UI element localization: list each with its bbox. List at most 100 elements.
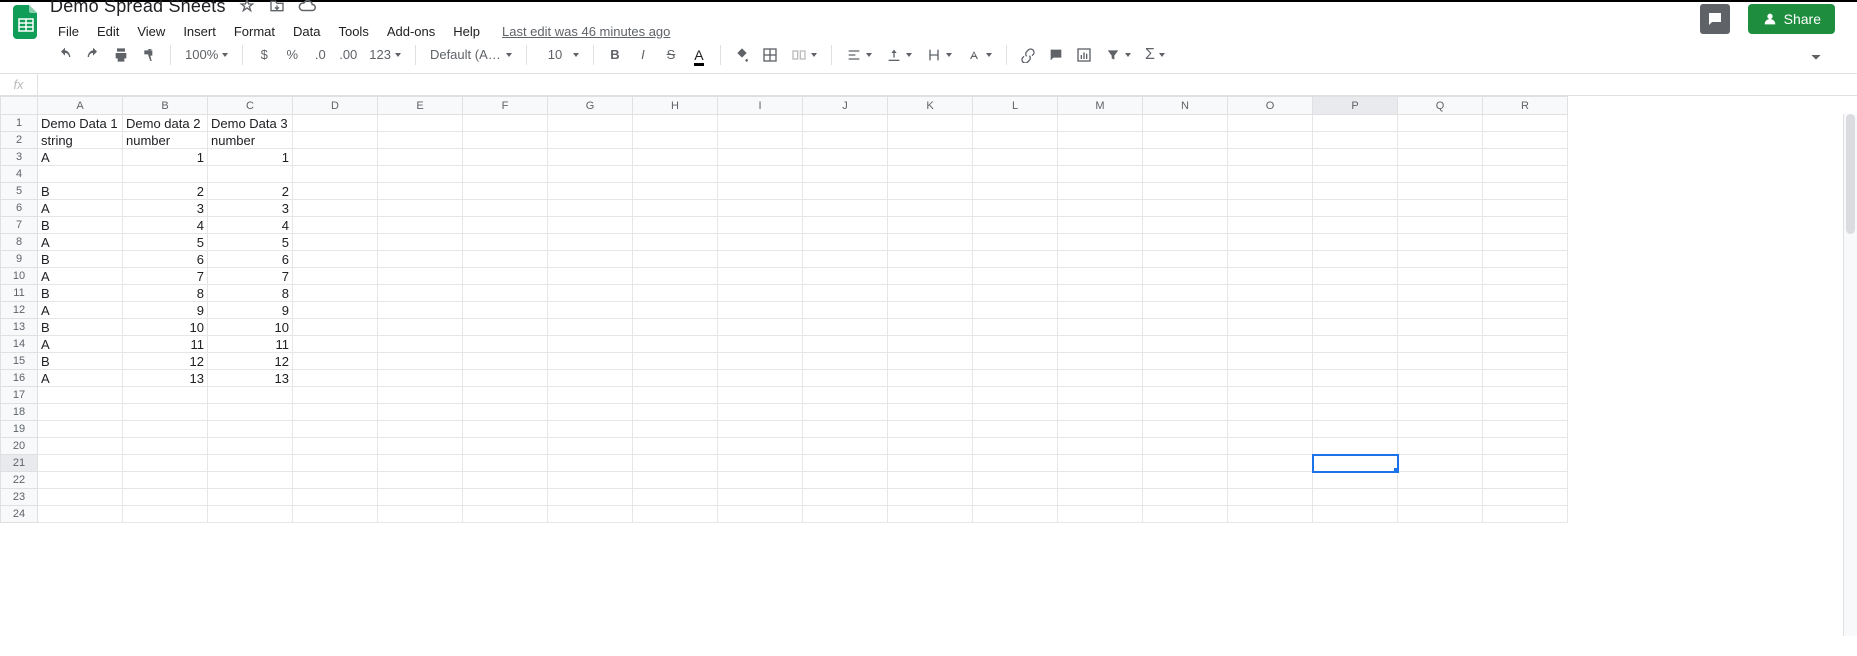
cell-C15[interactable]: 12 <box>208 353 293 370</box>
cell-I24[interactable] <box>718 506 803 523</box>
cell-I6[interactable] <box>718 200 803 217</box>
column-header-P[interactable]: P <box>1313 97 1398 115</box>
cell-B24[interactable] <box>123 506 208 523</box>
strike-button[interactable]: S <box>658 42 684 68</box>
cell-B1[interactable]: Demo data 2 <box>123 115 208 132</box>
cell-N15[interactable] <box>1143 353 1228 370</box>
comments-button[interactable] <box>1700 4 1730 34</box>
cell-P23[interactable] <box>1313 489 1398 506</box>
cell-F1[interactable] <box>463 115 548 132</box>
row-header-20[interactable]: 20 <box>1 438 38 455</box>
cell-A9[interactable]: B <box>38 251 123 268</box>
cell-C1[interactable]: Demo Data 3 <box>208 115 293 132</box>
cell-F8[interactable] <box>463 234 548 251</box>
cell-H18[interactable] <box>633 404 718 421</box>
cell-K7[interactable] <box>888 217 973 234</box>
cell-K4[interactable] <box>888 166 973 183</box>
menu-file[interactable]: File <box>50 22 87 41</box>
cell-I3[interactable] <box>718 149 803 166</box>
cell-M21[interactable] <box>1058 455 1143 472</box>
cell-K16[interactable] <box>888 370 973 387</box>
cell-B5[interactable]: 2 <box>123 183 208 200</box>
cell-G8[interactable] <box>548 234 633 251</box>
cell-R9[interactable] <box>1483 251 1568 268</box>
row-header-1[interactable]: 1 <box>1 115 38 132</box>
cell-L23[interactable] <box>973 489 1058 506</box>
cell-N7[interactable] <box>1143 217 1228 234</box>
paint-format-button[interactable] <box>136 42 162 68</box>
cell-L18[interactable] <box>973 404 1058 421</box>
cell-K10[interactable] <box>888 268 973 285</box>
cell-E16[interactable] <box>378 370 463 387</box>
column-header-M[interactable]: M <box>1058 97 1143 115</box>
cell-C5[interactable]: 2 <box>208 183 293 200</box>
cell-F18[interactable] <box>463 404 548 421</box>
redo-button[interactable] <box>80 42 106 68</box>
text-wrap-dropdown[interactable] <box>920 42 958 68</box>
cell-Q21[interactable] <box>1398 455 1483 472</box>
cell-H23[interactable] <box>633 489 718 506</box>
cell-R19[interactable] <box>1483 421 1568 438</box>
filter-dropdown[interactable] <box>1099 42 1137 68</box>
cell-C11[interactable]: 8 <box>208 285 293 302</box>
cell-J16[interactable] <box>803 370 888 387</box>
cell-C3[interactable]: 1 <box>208 149 293 166</box>
cell-D20[interactable] <box>293 438 378 455</box>
cell-O5[interactable] <box>1228 183 1313 200</box>
last-edit-link[interactable]: Last edit was 46 minutes ago <box>502 24 670 39</box>
cell-P16[interactable] <box>1313 370 1398 387</box>
cell-P8[interactable] <box>1313 234 1398 251</box>
cell-L24[interactable] <box>973 506 1058 523</box>
cell-P17[interactable] <box>1313 387 1398 404</box>
cell-M7[interactable] <box>1058 217 1143 234</box>
cell-N14[interactable] <box>1143 336 1228 353</box>
cell-J19[interactable] <box>803 421 888 438</box>
cell-H12[interactable] <box>633 302 718 319</box>
cell-E6[interactable] <box>378 200 463 217</box>
cell-E9[interactable] <box>378 251 463 268</box>
cell-N19[interactable] <box>1143 421 1228 438</box>
cell-E14[interactable] <box>378 336 463 353</box>
cell-D11[interactable] <box>293 285 378 302</box>
cell-N22[interactable] <box>1143 472 1228 489</box>
insert-chart-button[interactable] <box>1071 42 1097 68</box>
h-align-dropdown[interactable] <box>840 42 878 68</box>
cell-A17[interactable] <box>38 387 123 404</box>
cell-K1[interactable] <box>888 115 973 132</box>
cell-P3[interactable] <box>1313 149 1398 166</box>
spreadsheet-grid[interactable]: ABCDEFGHIJKLMNOPQR1Demo Data 1Demo data … <box>0 96 1568 523</box>
cell-L2[interactable] <box>973 132 1058 149</box>
merge-cells-dropdown[interactable] <box>785 42 823 68</box>
cell-E7[interactable] <box>378 217 463 234</box>
cell-K21[interactable] <box>888 455 973 472</box>
cell-G11[interactable] <box>548 285 633 302</box>
cell-E15[interactable] <box>378 353 463 370</box>
cell-B14[interactable]: 11 <box>123 336 208 353</box>
cell-J14[interactable] <box>803 336 888 353</box>
cell-E3[interactable] <box>378 149 463 166</box>
cell-O13[interactable] <box>1228 319 1313 336</box>
cell-R17[interactable] <box>1483 387 1568 404</box>
cell-A22[interactable] <box>38 472 123 489</box>
cell-O6[interactable] <box>1228 200 1313 217</box>
cell-J1[interactable] <box>803 115 888 132</box>
cell-O16[interactable] <box>1228 370 1313 387</box>
cell-C2[interactable]: number <box>208 132 293 149</box>
cell-H5[interactable] <box>633 183 718 200</box>
cell-J15[interactable] <box>803 353 888 370</box>
cell-R16[interactable] <box>1483 370 1568 387</box>
cell-Q19[interactable] <box>1398 421 1483 438</box>
cell-L20[interactable] <box>973 438 1058 455</box>
row-header-3[interactable]: 3 <box>1 149 38 166</box>
cell-P21[interactable] <box>1313 455 1398 472</box>
cell-Q16[interactable] <box>1398 370 1483 387</box>
row-header-16[interactable]: 16 <box>1 370 38 387</box>
cell-O1[interactable] <box>1228 115 1313 132</box>
insert-comment-button[interactable] <box>1043 42 1069 68</box>
document-title[interactable]: Demo Spread Sheets <box>50 0 226 17</box>
cell-O10[interactable] <box>1228 268 1313 285</box>
column-header-O[interactable]: O <box>1228 97 1313 115</box>
cell-C7[interactable]: 4 <box>208 217 293 234</box>
cell-D17[interactable] <box>293 387 378 404</box>
cell-R18[interactable] <box>1483 404 1568 421</box>
